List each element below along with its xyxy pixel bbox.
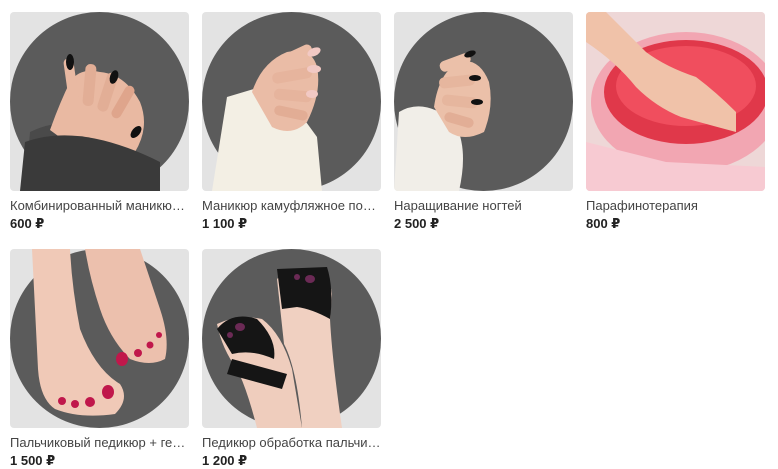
product-image[interactable] bbox=[202, 249, 381, 428]
product-title[interactable]: Пальчиковый педикюр + ге… bbox=[10, 435, 190, 451]
product-image[interactable] bbox=[586, 12, 765, 191]
product-title[interactable]: Наращивание ногтей bbox=[394, 198, 574, 214]
product-image[interactable] bbox=[10, 249, 189, 428]
product-card[interactable]: Маникюр камуфляжное по… 1 100 ₽ bbox=[202, 12, 382, 232]
product-price: 600 ₽ bbox=[10, 216, 45, 231]
product-price: 1 100 ₽ bbox=[202, 216, 248, 231]
product-title[interactable]: Педикюр обработка пальчи… bbox=[202, 435, 382, 451]
product-price: 1 200 ₽ bbox=[202, 453, 248, 468]
product-grid: Комбинированный маникю… 600 ₽ Маникюр ка… bbox=[0, 0, 778, 469]
product-price: 1 500 ₽ bbox=[10, 453, 56, 468]
product-title[interactable]: Маникюр камуфляжное по… bbox=[202, 198, 382, 214]
product-card[interactable]: Пальчиковый педикюр + ге… 1 500 ₽ bbox=[10, 249, 190, 469]
product-card[interactable]: Наращивание ногтей 2 500 ₽ bbox=[394, 12, 574, 232]
product-price: 2 500 ₽ bbox=[394, 216, 440, 231]
product-price: 800 ₽ bbox=[586, 216, 621, 231]
product-image[interactable] bbox=[394, 12, 573, 191]
product-title[interactable]: Комбинированный маникю… bbox=[10, 198, 190, 214]
product-card[interactable]: Парафинотерапия 800 ₽ bbox=[586, 12, 766, 232]
product-card[interactable]: Комбинированный маникю… 600 ₽ bbox=[10, 12, 190, 232]
product-card[interactable]: Педикюр обработка пальчи… 1 200 ₽ bbox=[202, 249, 382, 469]
product-title[interactable]: Парафинотерапия bbox=[586, 198, 766, 214]
product-image[interactable] bbox=[10, 12, 189, 191]
product-image[interactable] bbox=[202, 12, 381, 191]
